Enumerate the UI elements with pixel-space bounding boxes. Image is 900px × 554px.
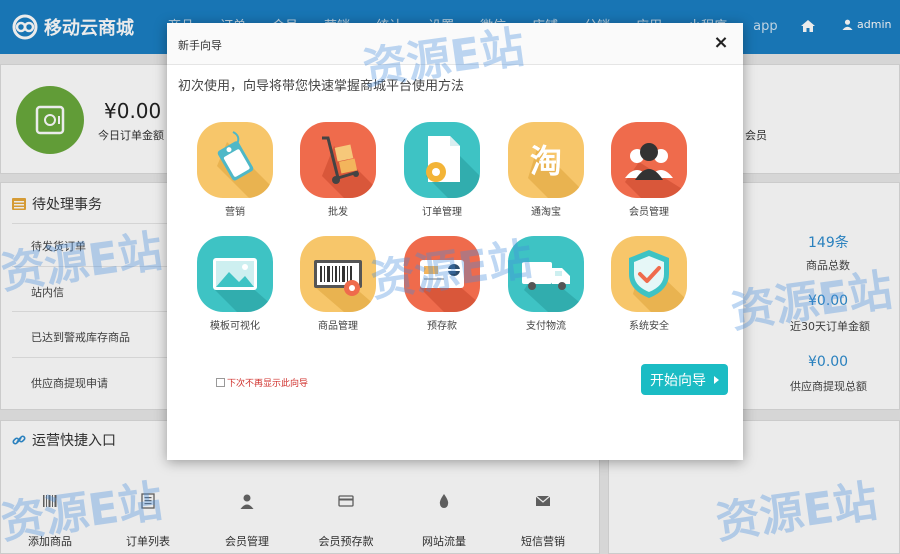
dont-show-label: 下次不再显示此向导 <box>227 379 309 389</box>
svg-text:淘: 淘 <box>530 142 562 180</box>
tile-taobao[interactable]: 淘 通淘宝 <box>506 122 586 218</box>
tile-system-security[interactable]: 系统安全 <box>609 236 689 332</box>
modal-title: 新手向导 <box>178 39 222 52</box>
dont-show-checkbox[interactable] <box>216 378 225 387</box>
hand-truck-icon <box>300 122 376 198</box>
document-gear-icon <box>404 122 480 198</box>
tile-marketing[interactable]: 营销 <box>195 122 275 218</box>
close-icon[interactable]: × <box>711 33 731 53</box>
caret-right-icon <box>714 375 719 384</box>
members-icon <box>611 122 687 198</box>
shield-check-icon <box>611 236 687 312</box>
start-guide-button[interactable]: 开始向导 <box>641 364 728 395</box>
taobao-icon: 淘 <box>508 122 584 198</box>
tile-goods-manage[interactable]: 商品管理 <box>298 236 378 332</box>
tile-order-manage[interactable]: 订单管理 <box>402 122 482 218</box>
dont-show-again[interactable]: 下次不再显示此向导 <box>216 376 308 389</box>
tile-wholesale[interactable]: 批发 <box>298 122 378 218</box>
price-tag-icon <box>197 122 273 198</box>
barcode-icon <box>300 236 376 312</box>
tile-template-visual[interactable]: 模板可视化 <box>195 236 275 332</box>
tile-member-manage[interactable]: 会员管理 <box>609 122 689 218</box>
picture-icon <box>197 236 273 312</box>
